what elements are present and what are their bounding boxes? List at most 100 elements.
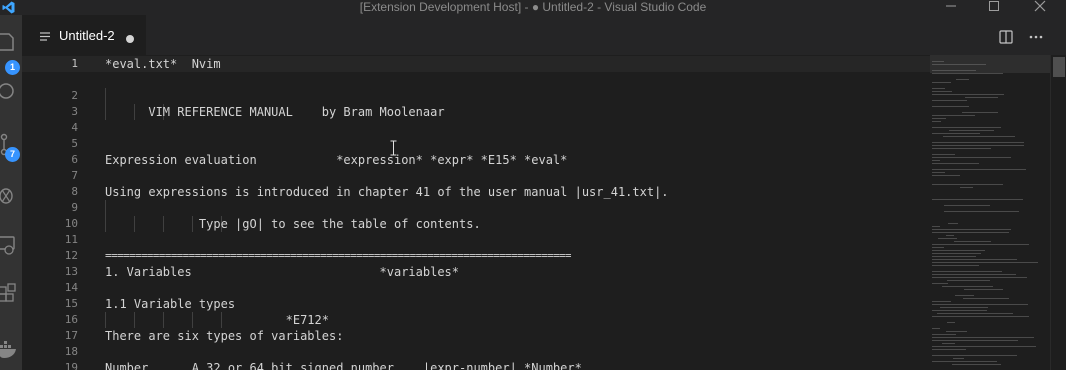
minimap-line [938,238,957,239]
maximize-icon [989,1,999,11]
more-actions-button[interactable] [1028,29,1044,45]
minimap-line [960,187,973,188]
minimap-line [932,100,967,101]
editor-line[interactable]: 7 [22,168,930,184]
line-text: Type |gO| to see the table of contents. [105,217,481,231]
minimap[interactable] [930,55,1050,370]
activity-run-debug[interactable] [0,183,22,207]
minimap-line [948,223,958,224]
vertical-scrollbar[interactable] [1050,55,1066,370]
minimap-line [932,121,941,122]
tab-untitled-2[interactable]: Untitled-2 [22,15,146,55]
minimap-line [944,205,990,206]
close-window-button[interactable] [1030,0,1050,14]
editor-line[interactable]: 11 [22,232,930,248]
minimap-line [932,355,1017,356]
minimap-line [962,112,998,113]
indent-guide [105,200,106,216]
line-number: 19 [64,361,78,370]
minimap-line [932,115,975,116]
minimap-line [932,127,1001,128]
line-number: 18 [64,345,78,358]
editor-line[interactable]: 8 Using expressions is introduced in chap… [22,184,930,200]
minimap-line [949,130,994,131]
line-text: ========================================… [105,249,572,262]
minimap-line [932,154,955,155]
editor-line[interactable]: 5 [22,136,930,152]
minimap-line [932,163,979,164]
minimap-line [940,307,988,308]
minimap-line [947,280,990,281]
editor-line[interactable]: 3 VIM REFERENCE MANUAL by Bram Moolenaar [22,104,930,120]
scrollbar-thumb[interactable] [1053,57,1065,77]
run-debug-icon [0,188,13,204]
activity-bar: 1 7 [0,15,22,370]
minimap-line [944,211,1019,212]
more-actions-icon [1029,35,1043,39]
minimap-line [963,298,1009,299]
text-cursor-icon [390,140,397,156]
editor-line[interactable]: 18 [22,344,930,360]
activity-remote-explorer[interactable] [0,234,22,258]
tab-label: Untitled-2 [59,28,115,43]
explorer-icon [0,33,14,51]
maximize-button[interactable] [984,0,1004,14]
activity-source-control[interactable]: 7 [0,133,22,162]
unsaved-changes-icon[interactable] [126,35,134,43]
activity-extensions[interactable] [0,283,22,307]
activity-explorer[interactable]: 1 [0,30,22,75]
minimap-line [942,286,993,287]
editor-line[interactable]: 6 Expression evaluation *expression* *exp… [22,152,930,168]
minimap-line [932,361,997,362]
editor-line[interactable]: 14 [22,280,930,296]
minimap-line [932,82,951,83]
minimap-line [932,244,1029,245]
minimap-line [932,262,1038,263]
line-number: 14 [64,281,78,294]
line-number: 6 [71,153,78,166]
minimize-button[interactable] [941,0,961,14]
minimap-line [932,160,940,161]
minimap-line [946,331,967,332]
minimap-line [932,274,1016,275]
minimap-line [932,253,981,254]
activity-search[interactable] [0,80,22,104]
plain-text-file-icon [40,32,50,41]
editor-line[interactable]: 9 [22,200,930,216]
minimap-line [932,337,1034,338]
line-number: 16 [64,313,78,326]
minimap-line [932,310,987,311]
line-number: 8 [71,185,78,198]
minimap-line [952,364,1001,365]
editor-line[interactable]: 19 Number A 32 or 64 bit signed number. |… [22,360,930,370]
editor-line[interactable]: 15 1.1 Variable types [22,296,930,312]
editor-line[interactable]: 1 *eval.txt* Nvim [22,56,930,72]
split-editor-button[interactable] [998,29,1014,45]
text-editor[interactable]: 1 *eval.txt* Nvim 2 3 VIM REFERENCE MANUA… [22,55,930,370]
minimap-line [932,157,1011,158]
minimap-line [932,259,1017,260]
minimap-line [965,97,998,98]
editor-line[interactable]: 12 ======================================… [22,248,930,264]
editor-line[interactable]: 16 *E712* [22,312,930,328]
source-control-badge: 7 [5,147,20,162]
minimap-line [932,304,1028,305]
minimap-line [955,295,974,296]
minimap-slider[interactable] [930,55,1050,73]
line-text: 1. Variables *variables* [105,265,460,279]
editor-line[interactable]: 13 1. Variables *variables* [22,264,930,280]
line-number: 10 [64,217,78,230]
minimap-line [932,232,1009,233]
minimap-line [932,73,1003,74]
title-bar: [Extension Development Host] - ● Untitle… [0,0,1066,15]
minimap-line [932,91,952,92]
editor-line[interactable]: 10 Type |gO| to see the table of content… [22,216,930,232]
editor-line[interactable]: 4 [22,120,930,136]
editor-line[interactable]: 2 [22,88,930,104]
minimap-line [932,265,979,266]
minimap-line [947,322,955,323]
editor-line[interactable]: 17 There are six types of variables: [22,328,930,344]
minimap-line [932,172,945,173]
activity-docker[interactable] [0,337,22,361]
line-number: 11 [64,233,78,246]
